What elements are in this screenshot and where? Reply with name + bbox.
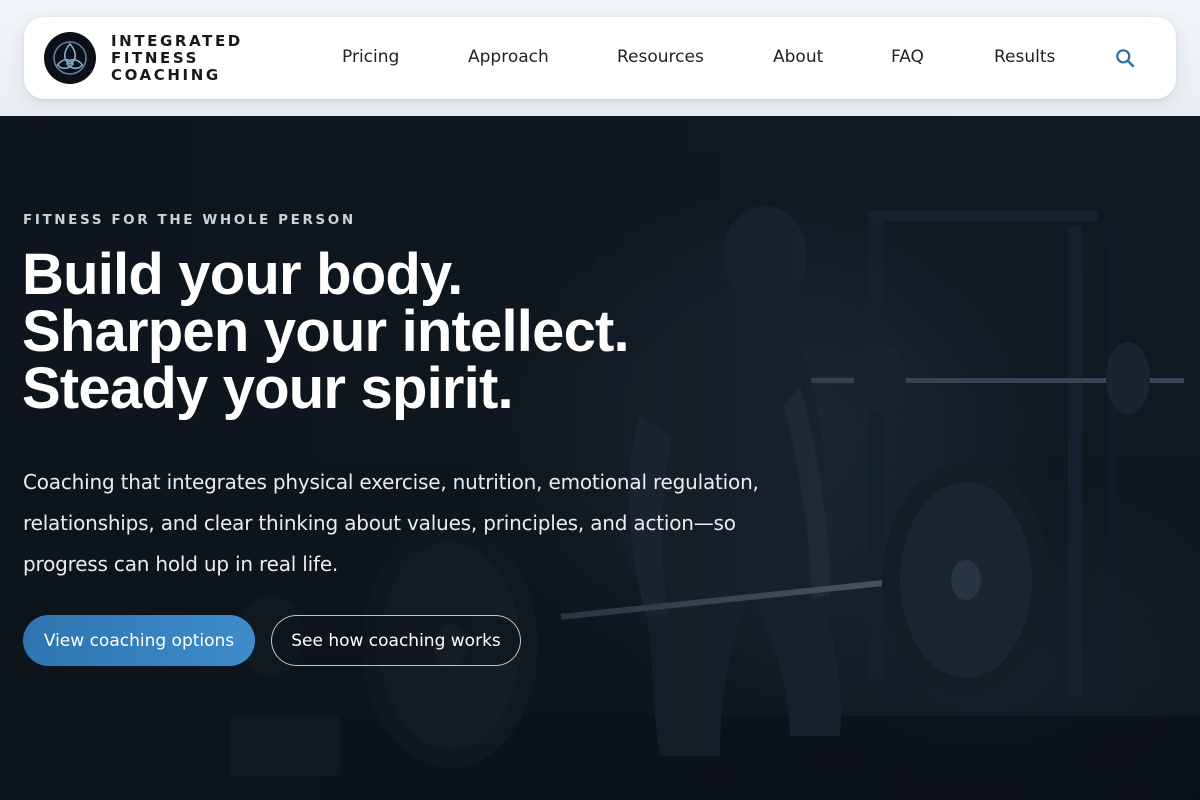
hero-headline-line-1: Build your body.: [22, 242, 463, 307]
nav-link-approach[interactable]: Approach: [468, 47, 549, 67]
nav-link-faq[interactable]: FAQ: [891, 47, 924, 67]
hero-eyebrow: FITNESS FOR THE WHOLE PERSON: [23, 212, 356, 228]
nav-link-about[interactable]: About: [773, 47, 823, 67]
main-nav: Pricing Approach Resources About FAQ Res…: [24, 17, 1176, 99]
nav-link-resources[interactable]: Resources: [617, 47, 704, 67]
see-how-coaching-works-button[interactable]: See how coaching works: [271, 615, 521, 666]
view-coaching-options-button[interactable]: View coaching options: [23, 615, 255, 666]
hero-section: FITNESS FOR THE WHOLE PERSON Build your …: [0, 116, 1200, 800]
hero-description: Coaching that integrates physical exerci…: [23, 470, 759, 576]
hero-headline-line-2: Sharpen your intellect.: [22, 299, 630, 364]
site-header: INTEGRATED FITNESS COACHING Pricing Appr…: [24, 17, 1176, 99]
search-icon: [1116, 49, 1135, 68]
hero-headline: Build your body. Sharpen your intellect.…: [22, 242, 782, 421]
nav-link-pricing[interactable]: Pricing: [342, 47, 399, 67]
search-button[interactable]: [1112, 45, 1138, 71]
nav-link-results[interactable]: Results: [994, 47, 1055, 67]
hero-headline-line-3: Steady your spirit.: [22, 356, 514, 421]
